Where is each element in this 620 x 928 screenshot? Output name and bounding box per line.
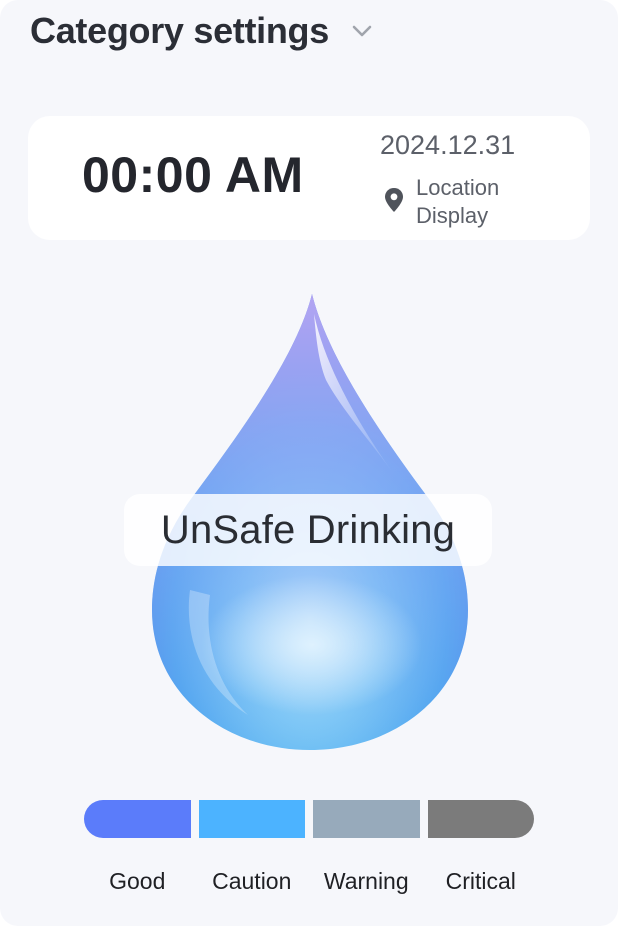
scale-segment-critical [427,800,534,838]
current-date: 2024.12.31 [380,130,516,160]
scale-segment-caution [198,800,305,838]
category-panel: Category settings 00:00 AM 2024.12.31 Lo… [0,0,618,926]
scale-label-warning: Warning [323,868,409,894]
location-label: Location Display [416,174,526,230]
time-card: 00:00 AM 2024.12.31 Location Display [28,116,590,240]
status-scale [84,800,534,838]
scale-label-good: Good [109,868,166,894]
status-scale-labels: Good Caution Warning Critical [84,868,534,895]
map-pin-icon [385,188,403,212]
location-line-2: Display [416,203,489,228]
scale-label-critical: Critical [445,868,516,894]
location-display: Location Display [384,174,526,230]
location-line-1: Location [416,175,500,200]
status-label: UnSafe Drinking [160,507,456,552]
current-time: 00:00 AM [82,147,304,203]
chevron-down-icon[interactable] [347,16,377,46]
category-settings-dropdown[interactable]: Category settings [30,8,377,54]
scale-label-caution: Caution [212,868,292,894]
page-title: Category settings [30,10,329,51]
scale-segment-warning [313,800,420,838]
status-badge: UnSafe Drinking [124,494,492,566]
scale-segment-good [84,800,191,838]
